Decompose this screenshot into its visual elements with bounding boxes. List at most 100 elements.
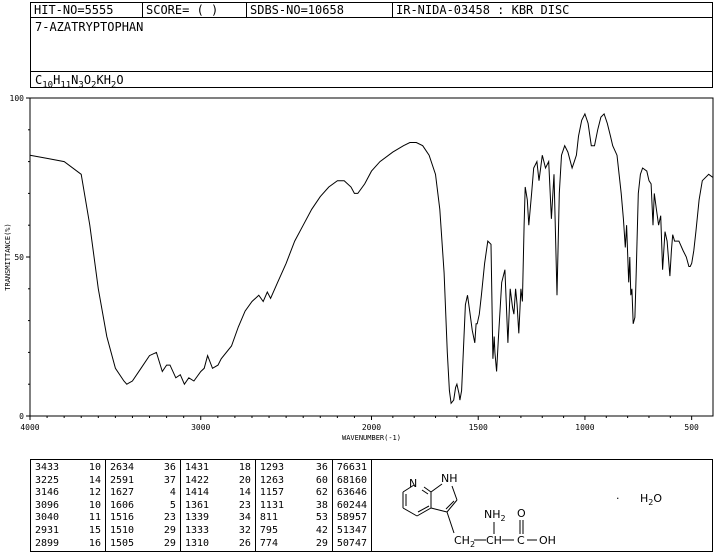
peak-wavenumber: 1414: [184, 487, 210, 499]
peak-transmittance: 34: [238, 512, 251, 524]
peak-transmittance: 47: [354, 537, 367, 549]
peak-column-3: 1293 36 1263 60 1157 62 1131 38 811 53 795 42 774 29: [256, 460, 333, 551]
water-label: H2O: [640, 492, 662, 507]
peak-row: 3096 10: [35, 500, 101, 513]
peak-row: 3040 11: [35, 512, 101, 525]
compound-name-box: 7-AZATRYPTOPHAN: [30, 17, 713, 72]
y-tick-label-0: 0: [19, 412, 24, 421]
peak-row: 1293 36: [260, 462, 328, 475]
peak-row: 811 53: [260, 512, 328, 525]
peak-row: 2591 37: [110, 475, 176, 488]
peak-wavenumber: 507: [336, 537, 355, 549]
peak-row: 507 47: [337, 538, 367, 551]
peak-transmittance: 31: [354, 462, 367, 473]
peak-wavenumber: 3040: [35, 512, 60, 524]
peak-wavenumber: 1422: [184, 474, 210, 486]
peak-transmittance: 42: [315, 524, 328, 536]
peak-row: 2634 36: [110, 462, 176, 475]
peak-transmittance: 5: [169, 499, 176, 511]
chemical-structure: N NH NH2 CH2 CH C O OH · H2O: [402, 472, 662, 549]
peak-transmittance: 10: [88, 462, 101, 473]
x-tick-label-1500: 1500: [469, 423, 488, 432]
ring-nitrogen: N: [409, 477, 417, 490]
peak-column-2: 1431 18 1422 20 1414 14 1361 23 1339 34 1333 32 1310…: [181, 460, 256, 551]
peak-wavenumber: 3096: [35, 499, 60, 511]
peak-row: 1361 23: [185, 500, 251, 513]
peak-wavenumber: 1339: [184, 512, 210, 524]
x-tick-label-3000: 3000: [191, 423, 210, 432]
peak-wavenumber: 1510: [109, 524, 135, 536]
peak-wavenumber: 2931: [35, 524, 60, 536]
compound-name: 7-AZATRYPTOPHAN: [35, 20, 144, 34]
peak-row: 1310 26: [185, 538, 251, 551]
peak-column-0: 3433 10 3225 14 3146 12 3096 10 3040 11 2931 15 2899…: [31, 460, 106, 551]
peak-wavenumber: 513: [336, 524, 355, 536]
plot-frame: [29, 97, 714, 417]
peak-row: 774 29: [260, 538, 328, 551]
peak-transmittance: 38: [315, 499, 328, 511]
peak-row: 636 46: [337, 487, 367, 500]
peak-wavenumber: 1157: [259, 487, 284, 499]
peak-transmittance: 10: [88, 499, 101, 511]
peak-row: 513 47: [337, 525, 367, 538]
ir-info: IR-NIDA-03458 : KBR DISC: [396, 3, 570, 17]
peak-table: 3433 10 3225 14 3146 12 3096 10 3040 11 2931 15 2899…: [30, 459, 372, 552]
peak-wavenumber: 1333: [184, 524, 210, 536]
peak-row: 1505 29: [110, 538, 176, 551]
peak-transmittance: 46: [354, 487, 367, 499]
peak-row: 1333 32: [185, 525, 251, 538]
peak-transmittance: 29: [163, 524, 176, 536]
peak-wavenumber: 1516: [109, 512, 135, 524]
peak-transmittance: 32: [238, 524, 251, 536]
peak-transmittance: 16: [88, 537, 101, 549]
peak-wavenumber: 1131: [259, 499, 284, 511]
ch2-label: CH2: [454, 534, 475, 549]
peak-transmittance: 57: [354, 512, 367, 524]
peak-row: 2931 15: [35, 525, 101, 538]
peak-wavenumber: 1310: [184, 537, 210, 549]
header-box: HIT-NO=5555 SCORE= ( ) SDBS-NO=10658 IR-…: [30, 2, 713, 90]
ch-label: CH: [486, 534, 502, 547]
carbonyl-oxygen: O: [517, 507, 526, 520]
carbon-label: C: [517, 534, 525, 547]
peak-wavenumber: 2591: [109, 474, 135, 486]
peak-wavenumber: 681: [336, 474, 355, 486]
peak-transmittance: 14: [238, 487, 251, 499]
peak-transmittance: 20: [238, 474, 251, 486]
peak-transmittance: 36: [163, 462, 176, 473]
peak-row: 1422 20: [185, 475, 251, 488]
peak-wavenumber: 3146: [35, 487, 60, 499]
y-tick-label-100: 100: [10, 94, 25, 103]
x-tick-label-500: 500: [684, 423, 699, 432]
peak-transmittance: 44: [354, 499, 367, 511]
spectrum-line-0: [29, 112, 714, 405]
peak-transmittance: 23: [238, 499, 251, 511]
peak-row: 1339 34: [185, 512, 251, 525]
peak-column-1: 2634 36 2591 37 1627 4 1606 5 1516 23 1510 29 1505 29: [106, 460, 181, 551]
peak-transmittance: 53: [315, 512, 328, 524]
peak-transmittance: 18: [238, 462, 251, 473]
peak-row: 1516 23: [110, 512, 176, 525]
peak-wavenumber: 636: [336, 487, 355, 499]
peak-transmittance: 36: [315, 462, 328, 473]
peak-transmittance: 60: [315, 474, 328, 486]
peak-wavenumber: 795: [259, 524, 278, 536]
peak-row: 681 60: [337, 475, 367, 488]
sdbs-number: SDBS-NO=10658: [247, 3, 393, 17]
peak-row: 766 31: [337, 462, 367, 475]
peak-row: 1510 29: [110, 525, 176, 538]
peak-wavenumber: 766: [336, 462, 355, 473]
peak-row: 589 57: [337, 512, 367, 525]
score: SCORE= ( ): [143, 3, 247, 17]
hydrate-dot: ·: [616, 492, 620, 505]
peak-row: 2899 16: [35, 538, 101, 551]
peak-row: 1431 18: [185, 462, 251, 475]
hydroxyl-label: OH: [539, 534, 556, 547]
peak-column-4: 766 31 681 60 636 46 602 44 589 57 513 47 507 47: [333, 460, 371, 551]
peak-wavenumber: 1361: [184, 499, 210, 511]
peak-row: 1131 38: [260, 500, 328, 513]
peak-wavenumber: 1606: [109, 499, 135, 511]
peak-wavenumber: 602: [336, 499, 355, 511]
peak-wavenumber: 774: [259, 537, 278, 549]
peak-transmittance: 47: [354, 524, 367, 536]
